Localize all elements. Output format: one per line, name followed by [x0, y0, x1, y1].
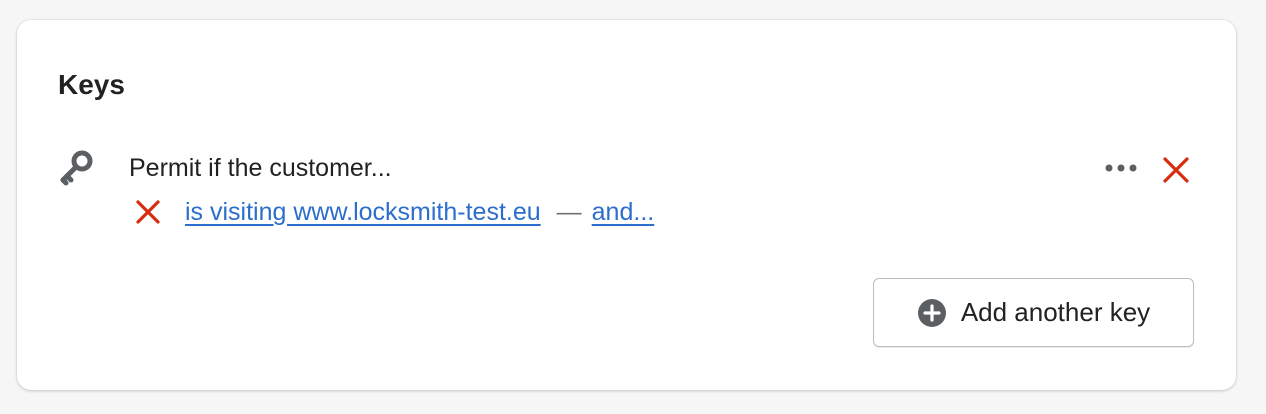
- more-options-button[interactable]: [1101, 156, 1141, 182]
- keys-card: Keys Permit if the customer... is visiti…: [17, 20, 1236, 390]
- add-another-key-label: Add another key: [960, 297, 1151, 327]
- key-icon: [57, 148, 97, 188]
- condition-separator: —: [556, 198, 582, 226]
- remove-key-close-icon[interactable]: [1160, 154, 1192, 186]
- remove-condition-close-icon[interactable]: [133, 197, 163, 227]
- key-condition: is visiting www.locksmith-test.eu — and.…: [133, 196, 654, 228]
- condition-link[interactable]: is visiting www.locksmith-test.eu: [185, 196, 541, 228]
- card-title: Keys: [58, 69, 125, 100]
- key-heading: Permit if the customer...: [129, 154, 392, 182]
- add-another-key-button[interactable]: Add another key: [873, 278, 1194, 347]
- plus-circle-icon: [917, 298, 947, 328]
- and-condition-link[interactable]: and...: [592, 196, 655, 228]
- more-horizontal-icon: [1103, 160, 1139, 178]
